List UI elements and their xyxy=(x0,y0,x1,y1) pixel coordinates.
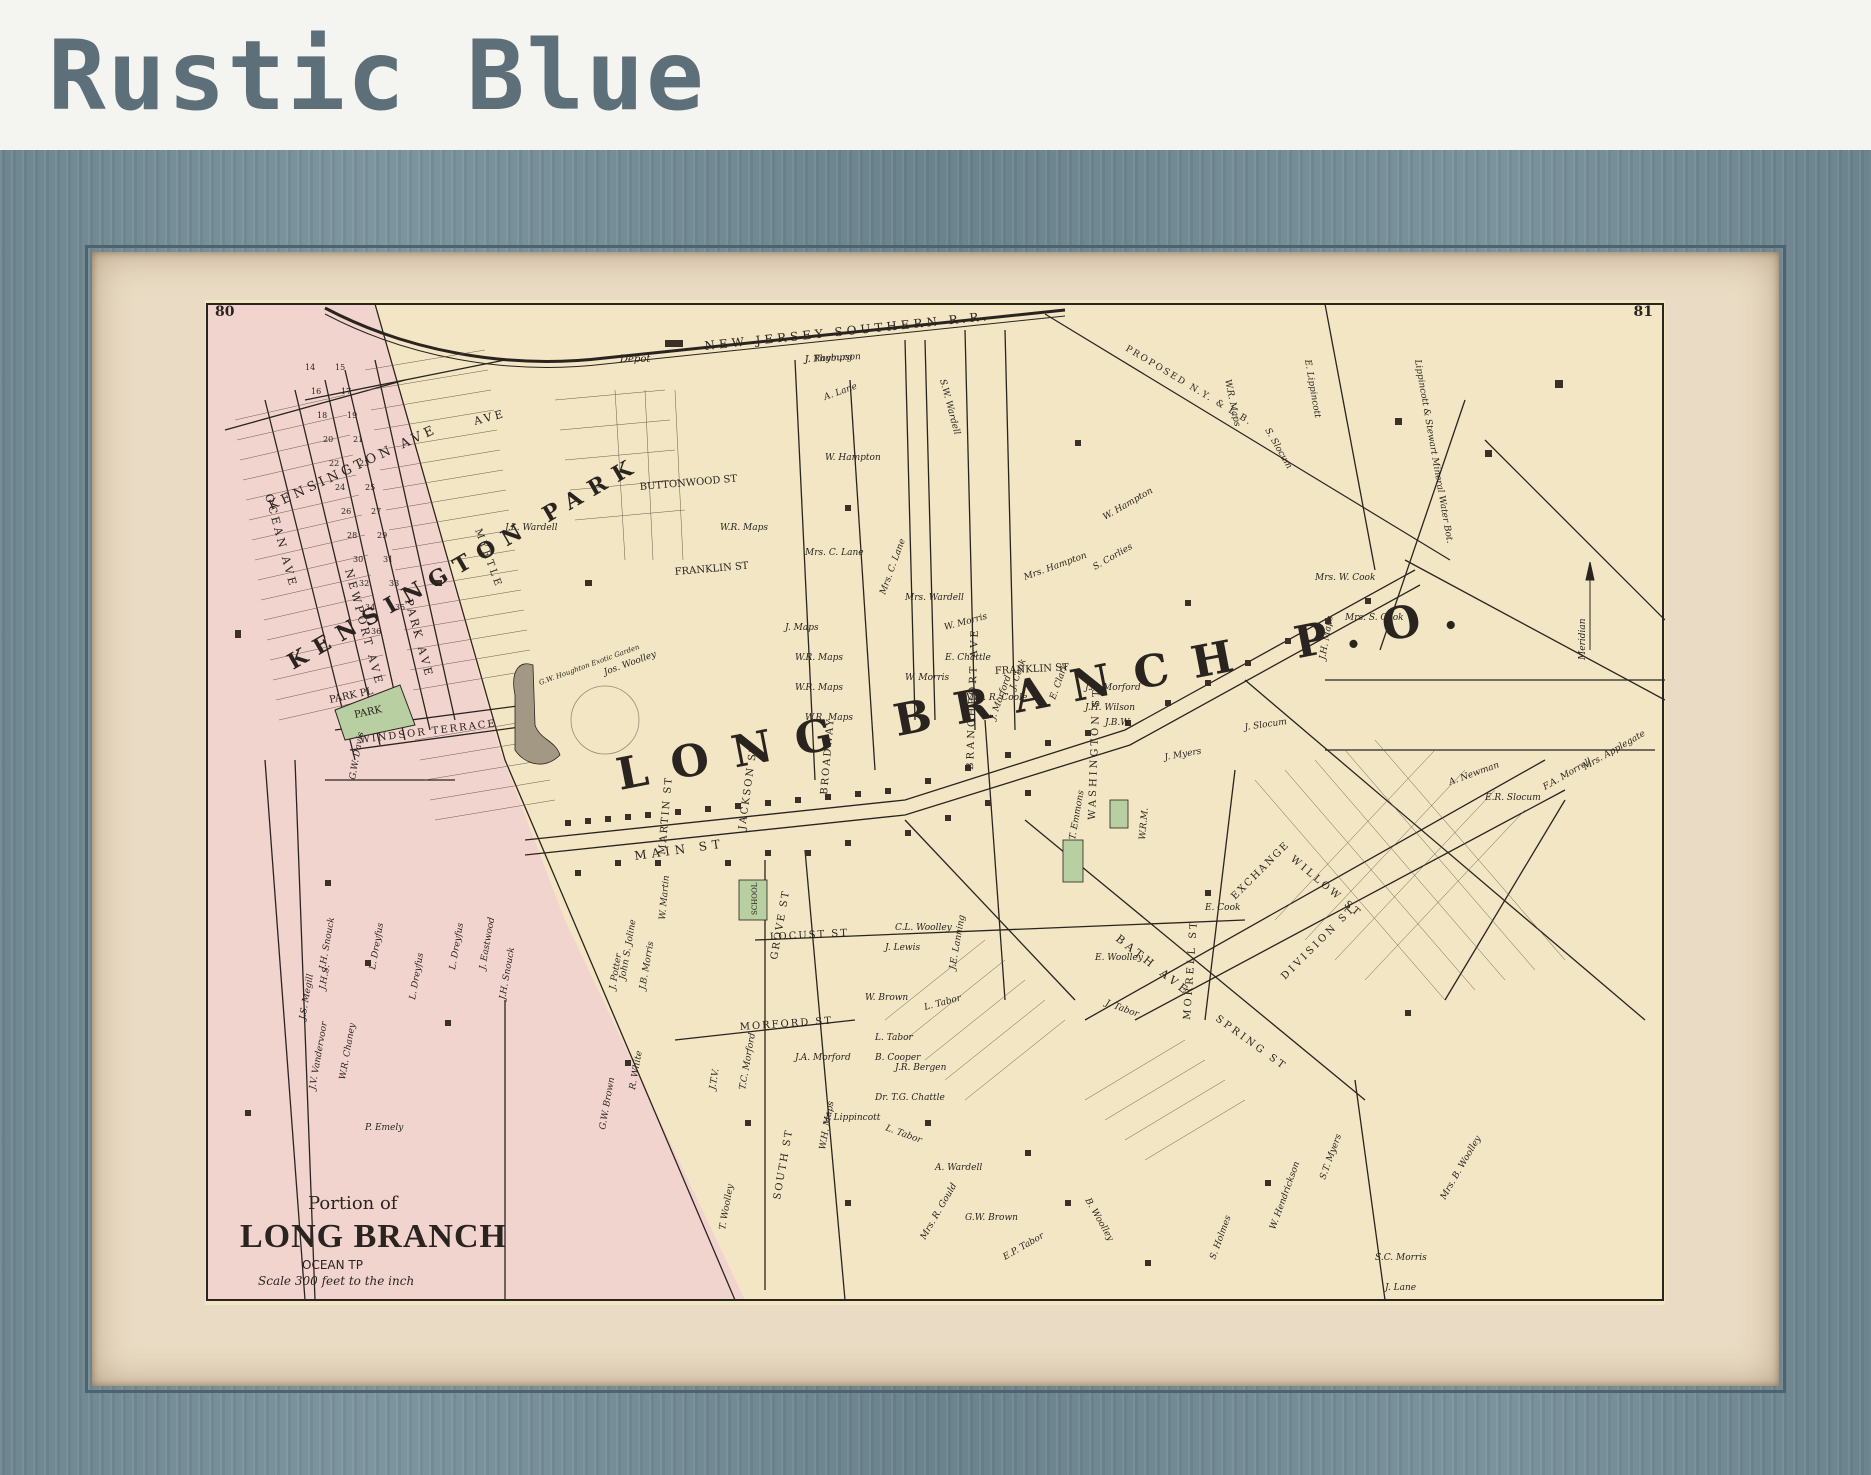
block-number: 14 xyxy=(305,363,315,372)
page-number-left: 80 xyxy=(215,304,235,320)
historic-map: NEW JERSEY SOUTHERN R.R. PROPOSED N.Y. &… xyxy=(205,300,1665,1305)
caption-scale: Scale 300 feet to the inch xyxy=(258,1274,415,1288)
owner-label: W.R. Maps xyxy=(795,653,843,663)
block-number: 18 xyxy=(317,411,327,420)
page-number-right: 81 xyxy=(1633,304,1653,320)
caption-portion: Portion of xyxy=(308,1193,398,1214)
block-number: 35 xyxy=(395,603,405,612)
owner-label: J. Lippincott xyxy=(823,1113,881,1123)
owner-label: W. Hampton xyxy=(825,453,881,463)
owner-label: E.R. Slocum xyxy=(1484,793,1541,803)
owner-label: J. Lane xyxy=(1383,1283,1416,1293)
caption-title: LONG BRANCH xyxy=(240,1218,507,1255)
owner-label: W.R. Maps xyxy=(805,713,853,723)
owner-label: P. Emely xyxy=(364,1123,404,1133)
owner-label: J. Lewis xyxy=(883,943,921,953)
owner-label: Mrs. S. Cook xyxy=(1344,613,1404,623)
owner-label: B. Cooper xyxy=(874,1053,921,1063)
block-number: 23 xyxy=(359,459,369,468)
owner-label: Mrs. C. Lane xyxy=(804,548,864,558)
owner-label: J.H. Wilson xyxy=(1083,703,1135,713)
owner-label: G.W. Brown xyxy=(965,1213,1018,1223)
owner-label: J.B.W. xyxy=(1103,718,1131,728)
block-number: 24 xyxy=(335,483,345,492)
caption-township: OCEAN TP xyxy=(302,1258,363,1272)
meridian-label: Meridian xyxy=(1578,618,1588,661)
school-lot-3 xyxy=(1109,799,1129,829)
owner-label: E. Chattle xyxy=(944,653,991,663)
block-number: 25 xyxy=(365,483,375,492)
block-number: 31 xyxy=(383,555,393,564)
block-number: 36 xyxy=(371,627,381,636)
map-canvas: NEW JERSEY SOUTHERN R.R. PROPOSED N.Y. &… xyxy=(205,300,1665,1305)
block-number: 17 xyxy=(341,387,351,396)
block-number: 21 xyxy=(353,435,363,444)
block-number: 16 xyxy=(311,387,321,396)
block-number: 28 xyxy=(347,531,357,540)
owner-label: S.C. Morris xyxy=(1375,1253,1427,1263)
block-number: 33 xyxy=(389,579,399,588)
owner-label: Dr. T.G. Chattle xyxy=(874,1093,945,1103)
owner-label: W. Brown xyxy=(865,993,908,1003)
owner-label: W.R. Maps xyxy=(720,523,768,533)
owner-label: E. Woolley xyxy=(1094,953,1144,963)
owner-label: J. Maps xyxy=(783,623,819,633)
block-number: 19 xyxy=(347,411,357,420)
owner-label: J.R. Bergen xyxy=(893,1063,947,1073)
owner-label: C.L. Woolley xyxy=(895,923,953,933)
page-header: Rustic Blue xyxy=(0,0,1871,150)
owner-label: J.A. Morford xyxy=(1083,683,1141,693)
frame-style-title: Rustic Blue xyxy=(48,20,706,132)
block-number: 26 xyxy=(341,507,351,516)
school-lot-2 xyxy=(1062,839,1084,883)
owner-label: E. Cook xyxy=(1204,903,1240,913)
owner-label: J.L. Wardell xyxy=(503,523,558,533)
owner-label: W.R. Maps xyxy=(795,683,843,693)
depot-label: Depot xyxy=(619,354,651,365)
school-label: SCHOOL xyxy=(751,882,759,915)
owner-label: J.A. Morford xyxy=(793,1053,851,1063)
block-number: 34 xyxy=(365,603,375,612)
block-number: 27 xyxy=(371,507,381,516)
owner-label: W. Morris xyxy=(905,673,950,683)
block-number: 30 xyxy=(353,555,363,564)
owner-label: Mrs. Wardell xyxy=(904,593,964,603)
block-number: 29 xyxy=(377,531,387,540)
owner-label: Mrs. R. Coole xyxy=(964,693,1027,703)
owner-label: L. Tabor xyxy=(874,1033,914,1043)
block-number: 15 xyxy=(335,363,345,372)
block-number: 22 xyxy=(329,459,339,468)
owner-label: Mrs. W. Cook xyxy=(1314,573,1375,583)
map-caption: Portion of LONG BRANCH OCEAN TP Scale 30… xyxy=(240,1193,520,1288)
block-number: 32 xyxy=(359,579,369,588)
block-number: 20 xyxy=(323,435,333,444)
owner-label: A. Wardell xyxy=(934,1163,982,1173)
